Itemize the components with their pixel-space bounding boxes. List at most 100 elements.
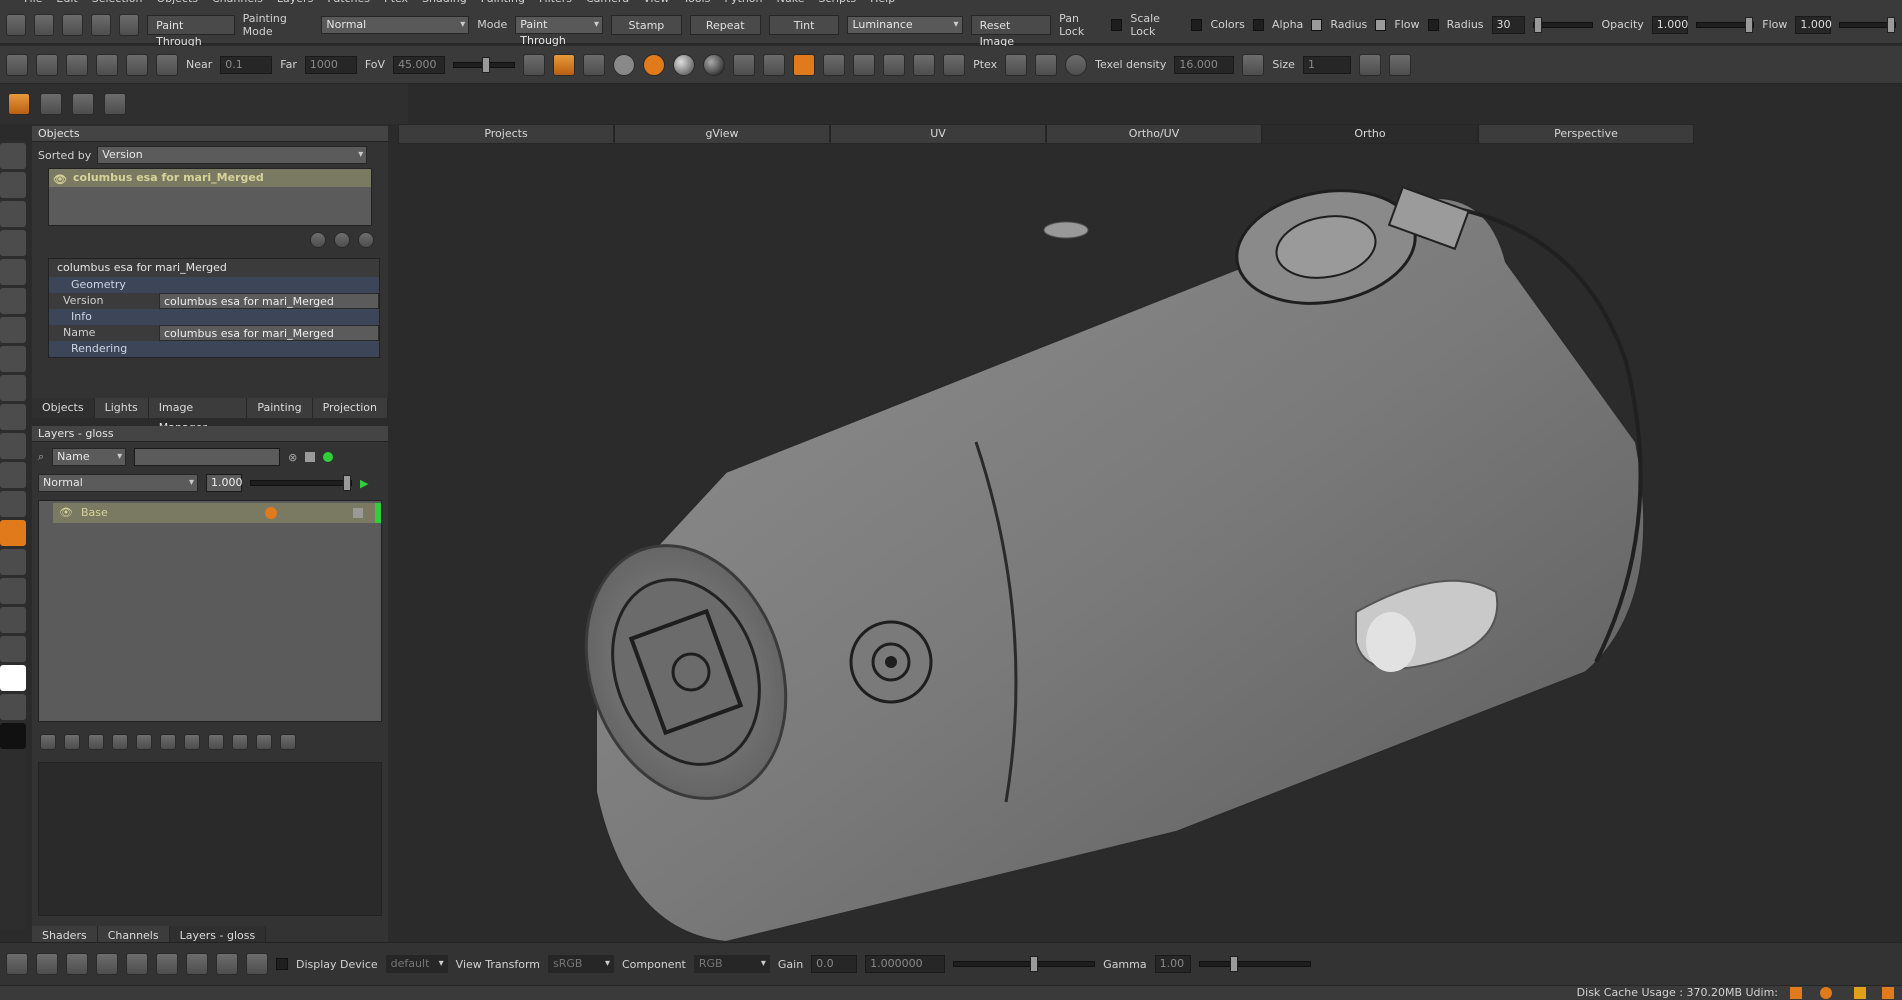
orbit-view-icon[interactable] <box>126 953 148 975</box>
sphere-shaded-icon[interactable] <box>673 53 696 76</box>
curve-icon[interactable] <box>246 953 268 975</box>
property-section-header[interactable]: Rendering <box>49 341 379 357</box>
add-mask-icon[interactable] <box>112 734 128 750</box>
viewport-tab-ortho[interactable]: Ortho <box>1262 124 1478 144</box>
paint-view-icon[interactable] <box>8 93 30 115</box>
tab-projection[interactable]: Projection <box>312 398 388 418</box>
alpha-checkbox[interactable] <box>1311 18 1323 31</box>
tab-lights[interactable]: Lights <box>94 398 149 418</box>
menu-item[interactable]: Ptex <box>384 0 408 5</box>
add-version-icon[interactable] <box>334 232 350 248</box>
resize-icon[interactable] <box>1242 53 1265 76</box>
menu-item[interactable]: Painting <box>481 0 525 5</box>
opacity-input[interactable]: 1.000 <box>1651 15 1688 34</box>
display-device-select[interactable]: default <box>385 955 448 973</box>
menu-item[interactable]: Nuke <box>777 0 805 5</box>
near-input[interactable]: 0.1 <box>220 55 273 74</box>
add-adjustment-icon[interactable] <box>64 734 80 750</box>
globe-icon[interactable] <box>1065 53 1088 76</box>
duplicate-layer-icon[interactable] <box>184 734 200 750</box>
component-select[interactable]: RGB <box>693 955 770 973</box>
swap-colors-icon[interactable] <box>0 694 26 720</box>
ptex-grid-icon[interactable] <box>1035 53 1058 76</box>
smear-tool-icon[interactable] <box>0 462 26 488</box>
transfer-alt-icon[interactable] <box>943 53 966 76</box>
viewport-tab-perspective[interactable]: Perspective <box>1478 124 1694 144</box>
move-view-icon[interactable] <box>36 953 58 975</box>
menu-item[interactable]: Layers <box>277 0 313 5</box>
paint-through-button[interactable]: Paint Through <box>147 14 235 48</box>
flow-checkbox[interactable] <box>1427 18 1439 31</box>
layer-filter-select[interactable]: Name <box>52 448 127 466</box>
size-input[interactable]: 1 <box>1302 55 1351 74</box>
menu-item[interactable]: File <box>24 0 42 5</box>
merge-layers-icon[interactable] <box>136 734 152 750</box>
rotate-tool-icon[interactable] <box>0 578 26 604</box>
menu-item[interactable]: Patches <box>327 0 370 5</box>
sphere-flat-icon[interactable] <box>613 53 636 76</box>
save-icon[interactable] <box>62 13 83 36</box>
layer-options-icon[interactable] <box>256 734 272 750</box>
layer-opacity-slider[interactable] <box>250 475 352 491</box>
clear-search-icon[interactable]: ⊗ <box>288 451 297 464</box>
viewport-tab-ortho-uv[interactable]: Ortho/UV <box>1046 124 1262 144</box>
viewport[interactable]: Projects gView UV Ortho/UV Ortho Perspective <box>396 124 1902 942</box>
undo-view-icon[interactable] <box>6 953 28 975</box>
snap-icon[interactable] <box>793 53 816 76</box>
play-icon[interactable]: ▶ <box>360 477 368 490</box>
box-icon[interactable] <box>96 53 118 76</box>
radius-checkbox[interactable] <box>1375 18 1387 31</box>
layer-row[interactable]: 👁 Base <box>53 503 381 523</box>
frame-select-icon[interactable] <box>763 53 786 76</box>
luminance-select[interactable]: Luminance <box>847 15 963 34</box>
property-value[interactable]: columbus esa for mari_Merged <box>159 293 379 309</box>
tab-image-manager[interactable]: Image Manager <box>148 398 248 434</box>
group-layers-icon[interactable] <box>160 734 176 750</box>
page-icon[interactable] <box>216 953 238 975</box>
menu-item[interactable]: Tools <box>683 0 710 5</box>
opacity-slider[interactable] <box>1695 16 1755 33</box>
menu-item[interactable]: Help <box>870 0 895 5</box>
menu-item[interactable]: Channels <box>212 0 263 5</box>
sorted-by-select[interactable]: Version <box>97 146 368 164</box>
ptex-edit-icon[interactable] <box>1005 53 1028 76</box>
blur-tool-icon[interactable] <box>0 317 26 343</box>
marquee-tool-icon[interactable] <box>0 172 26 198</box>
sphere-dark-icon[interactable] <box>703 53 726 76</box>
status-target-icon[interactable] <box>1820 987 1832 999</box>
add-layer-icon[interactable] <box>40 734 56 750</box>
gain-slider[interactable] <box>953 956 1096 972</box>
tab-painting[interactable]: Painting <box>247 398 313 418</box>
eye-icon[interactable] <box>36 53 58 76</box>
fov-input[interactable]: 45.000 <box>393 55 446 74</box>
add-procedural-icon[interactable] <box>88 734 104 750</box>
far-input[interactable]: 1000 <box>304 55 357 74</box>
layer-color-swatch[interactable] <box>305 452 316 462</box>
status-alert-icon[interactable] <box>1882 987 1894 999</box>
list-item[interactable]: 👁 columbus esa for mari_Merged <box>49 169 371 187</box>
paste-icon[interactable] <box>1388 53 1411 76</box>
gain-input[interactable]: 0.0 <box>811 955 858 973</box>
status-bars-icon[interactable] <box>1854 987 1866 999</box>
background-color-swatch[interactable] <box>0 723 26 749</box>
redo-icon[interactable] <box>118 13 140 36</box>
gamma-input[interactable]: 1.00 <box>1154 955 1191 973</box>
wand-icon[interactable] <box>733 53 756 76</box>
repeat-button[interactable]: Repeat <box>689 14 761 35</box>
layer-visibility-icon[interactable]: 👁 <box>59 503 73 523</box>
add-object-icon[interactable] <box>310 232 326 248</box>
undo-icon[interactable] <box>90 13 111 36</box>
fov-slider[interactable] <box>453 56 516 73</box>
color-management-checkbox[interactable] <box>276 958 288 970</box>
new-icon[interactable] <box>6 13 27 36</box>
property-section-header[interactable]: Geometry <box>49 277 379 293</box>
pointer-icon[interactable] <box>523 53 546 76</box>
move-x-icon[interactable] <box>823 53 846 76</box>
eye-layer-icon[interactable] <box>40 93 62 115</box>
menu-item[interactable]: Scripts <box>818 0 856 5</box>
layer-grid-icon[interactable] <box>280 734 296 750</box>
film-icon[interactable] <box>126 53 148 76</box>
property-section-header[interactable]: Info <box>49 309 379 325</box>
circle-select-icon[interactable] <box>156 953 178 975</box>
sphere-orange-icon[interactable] <box>643 53 666 76</box>
